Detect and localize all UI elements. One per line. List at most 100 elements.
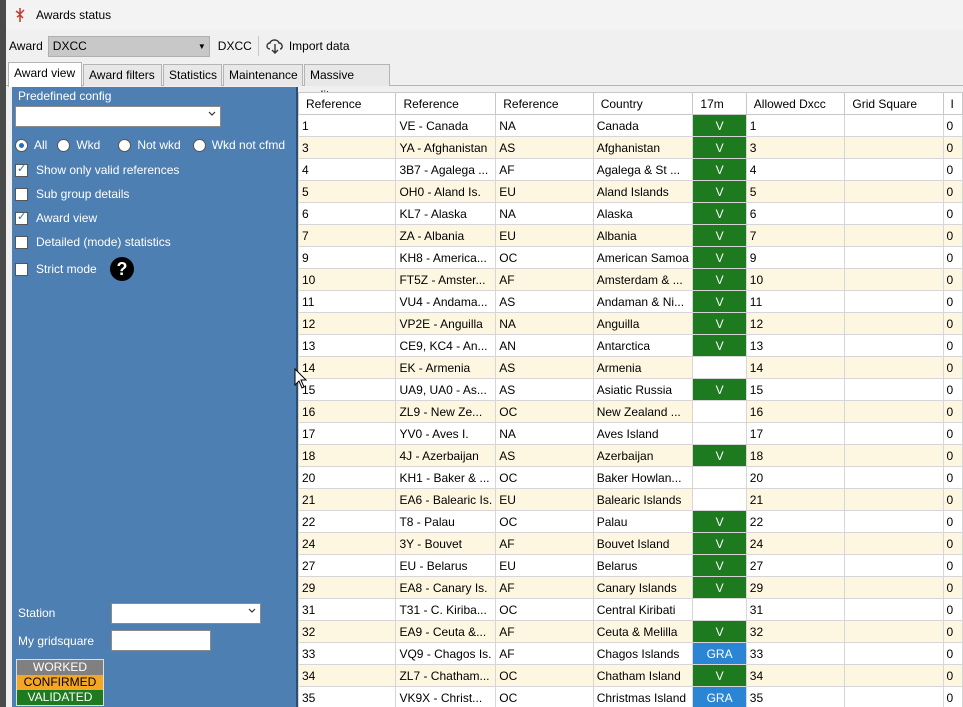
table-cell[interactable] xyxy=(844,642,944,665)
table-cell[interactable]: NA xyxy=(495,202,594,225)
table-row[interactable]: 31 T31 - C. Kiriba... OC Central Kiribati 31… xyxy=(298,598,963,621)
band-status-cell[interactable] xyxy=(692,356,747,379)
checkbox-box[interactable] xyxy=(15,187,28,201)
table-cell[interactable]: 0 xyxy=(942,422,963,445)
table-cell[interactable]: AS xyxy=(495,378,594,401)
table-cell[interactable]: 6 xyxy=(745,202,846,225)
table-cell[interactable]: 29 xyxy=(298,576,397,599)
table-cell[interactable]: OC xyxy=(495,686,594,707)
award-select[interactable]: DXCC ▼ xyxy=(47,35,210,57)
show-valid-references-checkbox[interactable]: Show only valid references xyxy=(15,162,179,177)
table-cell[interactable] xyxy=(844,334,944,357)
table-cell[interactable]: OC xyxy=(495,598,594,621)
table-cell[interactable]: 12 xyxy=(745,312,846,335)
table-cell[interactable]: 0 xyxy=(942,378,963,401)
table-cell[interactable]: 15 xyxy=(745,378,846,401)
table-cell[interactable]: ZL9 - New Ze... xyxy=(395,400,497,423)
table-cell[interactable]: 5 xyxy=(298,180,397,203)
table-cell[interactable]: 3B7 - Agalega ... xyxy=(395,158,497,181)
table-cell[interactable]: 4J - Azerbaijan xyxy=(395,444,497,467)
table-cell[interactable]: 29 xyxy=(745,576,846,599)
table-cell[interactable]: Balearic Islands xyxy=(592,488,694,511)
tab-award-filters[interactable]: Award filters xyxy=(83,64,162,86)
table-cell[interactable]: 33 xyxy=(745,642,846,665)
table-cell[interactable]: OH0 - Aland Is. xyxy=(395,180,497,203)
table-cell[interactable]: AF xyxy=(495,620,594,643)
table-cell[interactable]: Armenia xyxy=(592,356,694,379)
table-cell[interactable]: Amsterdam & ... xyxy=(592,268,694,291)
table-cell[interactable]: AS xyxy=(495,356,594,379)
table-cell[interactable] xyxy=(844,290,944,313)
table-cell[interactable]: 11 xyxy=(745,290,846,313)
table-cell[interactable] xyxy=(844,114,944,137)
table-cell[interactable]: 14 xyxy=(745,356,846,379)
table-cell[interactable]: 0 xyxy=(942,532,963,555)
table-cell[interactable]: EU xyxy=(495,224,594,247)
table-cell[interactable]: VU4 - Andama... xyxy=(395,290,497,313)
table-cell[interactable]: KH1 - Baker & ... xyxy=(395,466,497,489)
table-cell[interactable] xyxy=(844,444,944,467)
table-row[interactable]: 9 KH8 - America... OC American Samoa V 9 0 xyxy=(298,246,963,269)
table-cell[interactable] xyxy=(844,664,944,687)
column-header[interactable]: Grid Square xyxy=(844,92,944,115)
table-cell[interactable]: 24 xyxy=(298,532,397,555)
strict-mode-checkbox[interactable]: Strict mode xyxy=(15,262,97,276)
table-cell[interactable]: 0 xyxy=(942,576,963,599)
table-row[interactable]: 15 UA9, UA0 - As... AS Asiatic Russia V 15 0 xyxy=(298,378,963,401)
table-cell[interactable]: 11 xyxy=(298,290,397,313)
table-cell[interactable]: EK - Armenia xyxy=(395,356,497,379)
band-status-cell[interactable]: V xyxy=(692,136,747,159)
table-cell[interactable]: Bouvet Island xyxy=(592,532,694,555)
predefined-config-select[interactable] xyxy=(15,106,221,127)
table-cell[interactable]: Afghanistan xyxy=(592,136,694,159)
table-cell[interactable]: Central Kiribati xyxy=(592,598,694,621)
table-cell[interactable]: 20 xyxy=(298,466,397,489)
table-row[interactable]: 10 FT5Z - Amster... AF Amsterdam & ... V 10 0 xyxy=(298,268,963,291)
band-status-cell[interactable]: V xyxy=(692,532,747,555)
gridsquare-input[interactable] xyxy=(111,630,211,651)
table-cell[interactable]: 0 xyxy=(942,466,963,489)
table-cell[interactable]: VP2E - Anguilla xyxy=(395,312,497,335)
table-cell[interactable] xyxy=(844,180,944,203)
table-cell[interactable] xyxy=(844,356,944,379)
band-status-cell[interactable]: V xyxy=(692,510,747,533)
table-cell[interactable]: EU xyxy=(495,488,594,511)
table-cell[interactable]: T31 - C. Kiriba... xyxy=(395,598,497,621)
table-row[interactable]: 17 YV0 - Aves I. NA Aves Island 17 0 xyxy=(298,422,963,445)
table-cell[interactable]: 6 xyxy=(298,202,397,225)
table-cell[interactable]: 27 xyxy=(298,554,397,577)
table-cell[interactable]: 32 xyxy=(745,620,846,643)
table-cell[interactable]: 1 xyxy=(745,114,846,137)
table-row[interactable]: 33 VQ9 - Chagos Is. AF Chagos Islands GRA 33 0 xyxy=(298,642,963,665)
table-cell[interactable]: 0 xyxy=(942,334,963,357)
table-row[interactable]: 35 VK9X - Christ... OC Christmas Island GRA 3… xyxy=(298,686,963,707)
table-cell[interactable]: Asiatic Russia xyxy=(592,378,694,401)
table-cell[interactable]: Azerbaijan xyxy=(592,444,694,467)
band-status-cell[interactable]: V xyxy=(692,444,747,467)
checkbox-box[interactable] xyxy=(15,210,28,225)
sub-group-details-checkbox[interactable]: Sub group details xyxy=(15,187,129,201)
table-cell[interactable]: AF xyxy=(495,158,594,181)
table-cell[interactable]: VE - Canada xyxy=(395,114,497,137)
table-cell[interactable]: Chatham Island xyxy=(592,664,694,687)
table-cell[interactable]: 17 xyxy=(745,422,846,445)
import-data-button[interactable]: Import data xyxy=(265,37,350,55)
band-status-cell[interactable]: V xyxy=(692,268,747,291)
table-cell[interactable]: AS xyxy=(495,444,594,467)
table-cell[interactable]: AF xyxy=(495,576,594,599)
table-cell[interactable]: 0 xyxy=(942,268,963,291)
table-cell[interactable]: 0 xyxy=(942,554,963,577)
table-cell[interactable]: 0 xyxy=(942,356,963,379)
table-cell[interactable]: 0 xyxy=(942,598,963,621)
table-row[interactable]: 29 EA8 - Canary Is. AF Canary Islands V 29 0 xyxy=(298,576,963,599)
table-cell[interactable]: 17 xyxy=(298,422,397,445)
table-cell[interactable]: 9 xyxy=(298,246,397,269)
table-cell[interactable]: 31 xyxy=(298,598,397,621)
table-cell[interactable]: 0 xyxy=(942,444,963,467)
table-cell[interactable]: 10 xyxy=(745,268,846,291)
band-status-cell[interactable] xyxy=(692,400,747,423)
band-status-cell[interactable] xyxy=(692,466,747,489)
table-cell[interactable]: AS xyxy=(495,136,594,159)
table-row[interactable]: 18 4J - Azerbaijan AS Azerbaijan V 18 0 xyxy=(298,444,963,467)
table-cell[interactable]: EU xyxy=(495,554,594,577)
